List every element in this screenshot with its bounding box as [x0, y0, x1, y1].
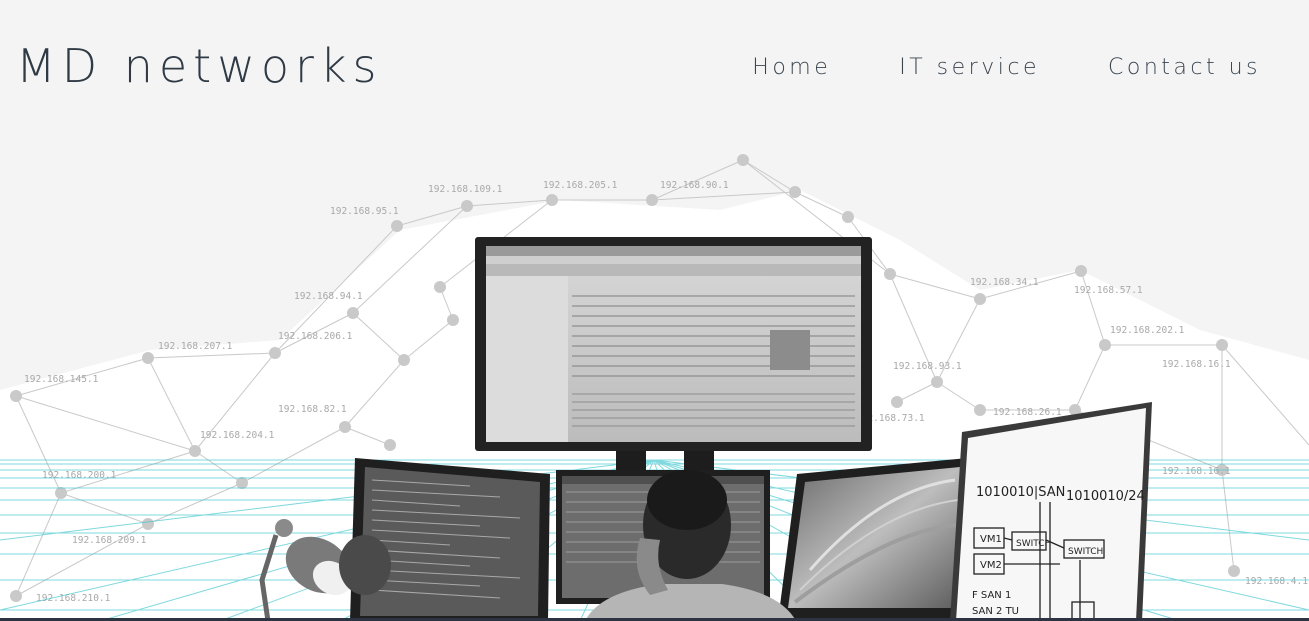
- ip-label: 192.168.16.1: [1162, 359, 1231, 370]
- ip-label: 192.168.4.1: [1245, 576, 1308, 587]
- ip-label: 192.168.145.1: [24, 374, 99, 385]
- ip-label: 192.168.93.1: [893, 361, 962, 372]
- nav-home-link[interactable]: Home: [752, 52, 831, 84]
- whiteboard-text: VM1: [980, 534, 1002, 545]
- whiteboard-text: 1010010/24: [1066, 489, 1145, 504]
- ip-label: 192.168.90.1: [660, 180, 729, 191]
- ip-label: 192.168.202.1: [1110, 325, 1185, 336]
- site-header: MD networks Home IT service Contact us: [0, 0, 1309, 140]
- whiteboard-text: SAN 2 TU: [972, 606, 1019, 617]
- hero-illustration: 192.168.109.1 192.168.205.1 192.168.90.1…: [0, 154, 1309, 621]
- whiteboard: 1010010|SAN 1010010/24 VM1 SWITCH SWITCH…: [950, 402, 1152, 621]
- ip-label: 192.168.205.1: [543, 180, 618, 191]
- ip-label: 192.168.82.1: [278, 404, 347, 415]
- ip-label: 192.168.210.1: [36, 593, 111, 604]
- brand-logo-text[interactable]: MD networks: [16, 36, 383, 96]
- whiteboard-text: VM2: [980, 560, 1002, 571]
- ip-label: 192.168.95.1: [330, 206, 399, 217]
- ip-label: 192.168.204.1: [200, 430, 275, 441]
- hero-banner-image: 192.168.109.1 192.168.205.1 192.168.90.1…: [0, 140, 1309, 621]
- whiteboard-text: F SAN 1: [972, 590, 1011, 601]
- ip-label: 192.168.206.1: [278, 331, 353, 342]
- ip-label: 192.168.207.1: [158, 341, 233, 352]
- ip-label: 192.168.94.1: [294, 291, 363, 302]
- ip-label: 192.168.16.1: [1162, 466, 1231, 477]
- right-monitor: [778, 458, 968, 621]
- nav-contact-link[interactable]: Contact us: [1108, 52, 1261, 84]
- ip-label: 192.168.34.1: [970, 277, 1039, 288]
- ip-label: 192.168.26.1: [993, 407, 1062, 418]
- ip-label: 192.168.57.1: [1074, 285, 1143, 296]
- ip-label: 192.168.209.1: [72, 535, 147, 546]
- whiteboard-text: 1010010|SAN: [976, 485, 1065, 500]
- nav-it-service-link[interactable]: IT service: [899, 52, 1040, 84]
- whiteboard-text: SWITCH: [1068, 547, 1103, 557]
- left-monitor: [350, 458, 550, 621]
- main-monitor: [475, 237, 872, 473]
- main-nav: Home IT service Contact us: [752, 52, 1261, 84]
- ip-label: 192.168.109.1: [428, 184, 503, 195]
- ip-label: 192.168.200.1: [42, 470, 117, 481]
